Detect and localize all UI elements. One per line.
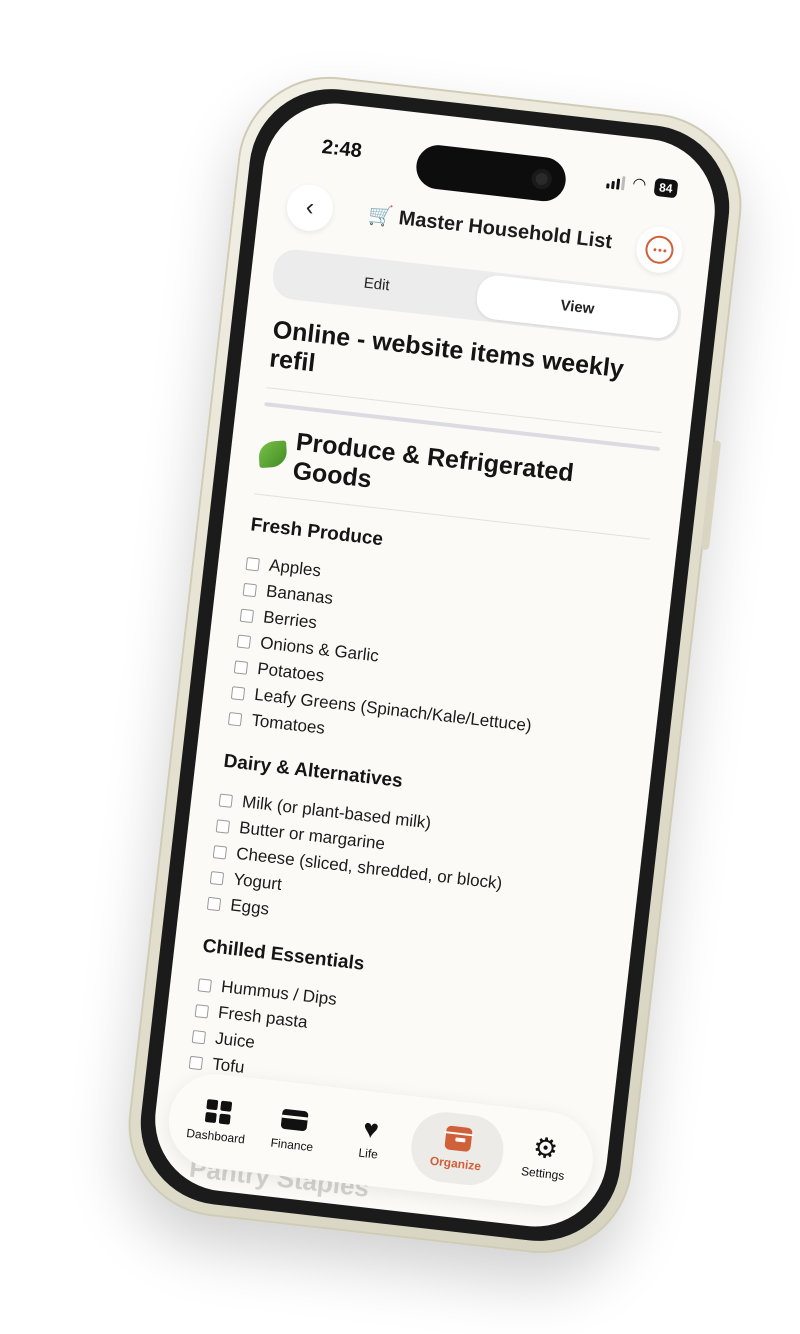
segment-edit[interactable]: Edit bbox=[274, 251, 480, 318]
checkbox[interactable] bbox=[194, 1003, 210, 1019]
checkbox[interactable] bbox=[212, 844, 228, 860]
chevron-left-icon: ‹ bbox=[304, 193, 316, 222]
checkbox[interactable] bbox=[236, 634, 252, 649]
checkbox[interactable] bbox=[230, 685, 246, 701]
checkbox[interactable] bbox=[215, 818, 231, 834]
signal-icon bbox=[605, 174, 626, 191]
tab-organize[interactable]: Organize bbox=[407, 1108, 507, 1189]
item-label: Tomatoes bbox=[250, 710, 326, 738]
tab-label: Settings bbox=[520, 1164, 566, 1183]
wifi-icon: ◠ bbox=[631, 175, 648, 194]
checkbox[interactable] bbox=[218, 792, 234, 808]
checkbox[interactable] bbox=[191, 1029, 207, 1044]
credit-card-icon bbox=[280, 1107, 309, 1134]
tab-label: Organize bbox=[429, 1153, 482, 1174]
item-label: Berries bbox=[262, 607, 318, 633]
ellipsis-icon bbox=[643, 234, 675, 266]
checkbox[interactable] bbox=[227, 711, 243, 726]
checkbox[interactable] bbox=[245, 556, 260, 571]
checkbox[interactable] bbox=[242, 582, 258, 597]
group-dairy-alternatives: Dairy & Alternatives Milk (or plant-base… bbox=[206, 751, 620, 961]
leafy-green-icon bbox=[258, 440, 288, 469]
tab-finance[interactable]: Finance bbox=[256, 1104, 331, 1156]
heart-icon: ♥ bbox=[361, 1112, 381, 1145]
checkbox[interactable] bbox=[233, 659, 249, 675]
status-icons: ◠ 84 bbox=[605, 172, 679, 199]
more-options-button[interactable] bbox=[633, 224, 685, 276]
tab-settings[interactable]: ⚙ Settings bbox=[507, 1131, 582, 1185]
phone-device: 2:48 ◠ 84 ‹ 🛒 Master Household List Edit… bbox=[118, 67, 752, 1263]
status-time: 2:48 bbox=[320, 135, 363, 163]
checkbox[interactable] bbox=[206, 896, 222, 911]
tab-dashboard[interactable]: Dashboard bbox=[180, 1095, 255, 1147]
checkbox[interactable] bbox=[209, 870, 225, 885]
tab-life[interactable]: ♥ Life bbox=[333, 1113, 408, 1165]
page-title: 🛒 Master Household List bbox=[367, 203, 614, 254]
tab-label: Life bbox=[357, 1145, 379, 1162]
toolbox-icon bbox=[444, 1125, 473, 1153]
checkbox[interactable] bbox=[239, 608, 255, 623]
checkbox[interactable] bbox=[188, 1055, 204, 1070]
camera-icon bbox=[530, 167, 553, 191]
document-content: Online - website items weekly refil Prod… bbox=[188, 305, 672, 1120]
item-label: Juice bbox=[214, 1028, 256, 1052]
checkbox[interactable] bbox=[197, 977, 212, 993]
group-fresh-produce: Fresh Produce Apples Bananas Berries Oni… bbox=[227, 514, 647, 776]
tab-label: Finance bbox=[269, 1135, 314, 1155]
item-label: Apples bbox=[268, 555, 322, 581]
battery-icon: 84 bbox=[653, 177, 679, 199]
gear-icon: ⚙ bbox=[531, 1131, 560, 1165]
item-label: Yogurt bbox=[232, 869, 283, 894]
segment-view[interactable]: View bbox=[474, 273, 681, 341]
tab-label: Dashboard bbox=[185, 1125, 246, 1147]
dashboard-grid-icon bbox=[204, 1098, 233, 1125]
back-button[interactable]: ‹ bbox=[284, 182, 336, 234]
item-label: Eggs bbox=[229, 895, 271, 919]
